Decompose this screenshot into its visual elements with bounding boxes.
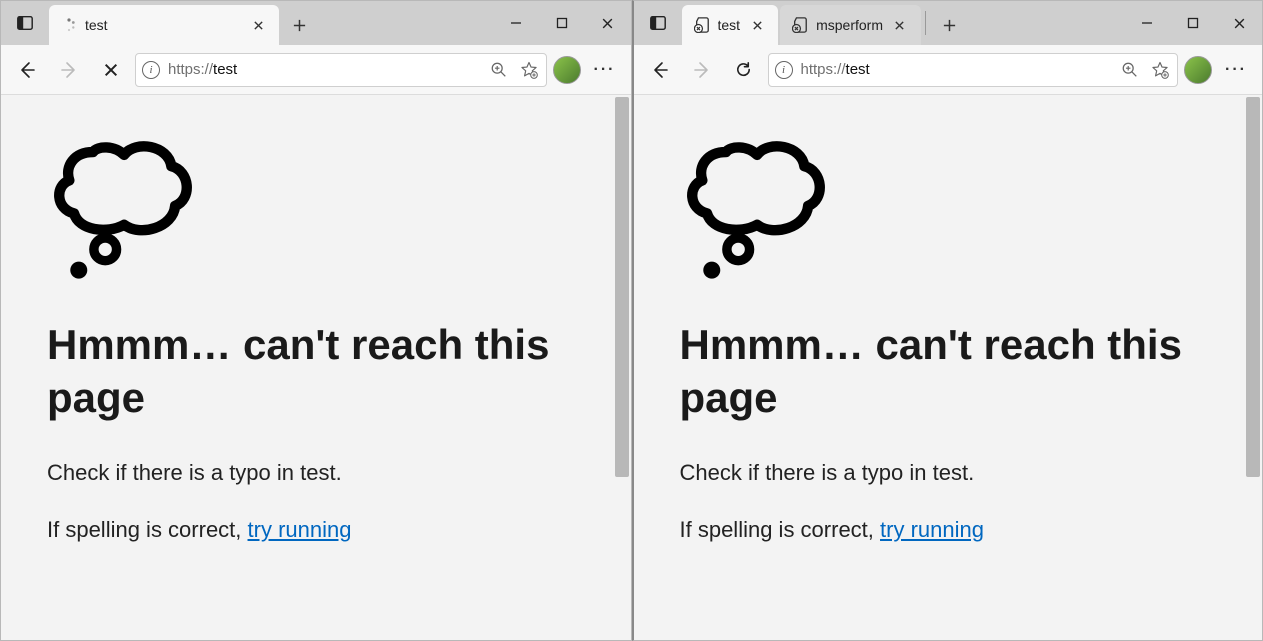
more-menu-button[interactable]: ··· — [587, 61, 623, 79]
toolbar: i https://test ··· — [634, 45, 1263, 95]
titlebar: test — [1, 1, 631, 45]
back-button[interactable] — [9, 52, 45, 88]
refresh-button[interactable] — [726, 52, 762, 88]
site-info-icon[interactable]: i — [142, 61, 160, 79]
toolbar: i https://test ··· — [1, 45, 631, 95]
minimize-button[interactable] — [1124, 1, 1170, 45]
url-text: https://test — [168, 61, 480, 78]
maximize-button[interactable] — [1170, 1, 1216, 45]
tab-test[interactable]: test — [49, 5, 279, 45]
thought-bubble-icon — [41, 119, 585, 289]
tab-test[interactable]: test — [682, 5, 779, 45]
more-menu-button[interactable]: ··· — [1218, 61, 1254, 79]
close-window-button[interactable] — [585, 1, 631, 45]
tab-close-button[interactable] — [891, 16, 909, 34]
tab-title: test — [718, 17, 741, 33]
new-tab-button[interactable] — [932, 5, 968, 45]
tab-title: msperform — [816, 17, 883, 33]
tab-strip: test — [49, 1, 493, 45]
network-diag-link[interactable]: try running — [880, 517, 984, 542]
vertical-scrollbar[interactable] — [1246, 97, 1260, 477]
page-content: Hmmm… can't reach this page Check if the… — [634, 95, 1263, 640]
error-spelling-line: If spelling is correct, try running — [47, 515, 585, 546]
window-controls — [493, 1, 631, 45]
tab-actions-button[interactable] — [634, 1, 682, 45]
error-title: Hmmm… can't reach this page — [680, 319, 1217, 424]
tab-title: test — [85, 17, 241, 33]
error-title: Hmmm… can't reach this page — [47, 319, 585, 424]
error-spell-prefix: If spelling is correct, — [680, 517, 881, 542]
zoom-icon[interactable] — [1119, 59, 1141, 81]
site-info-icon[interactable]: i — [775, 61, 793, 79]
url-text: https://test — [801, 61, 1112, 78]
tab-separator — [925, 11, 926, 35]
error-spell-prefix: If spelling is correct, — [47, 517, 248, 542]
close-window-button[interactable] — [1216, 1, 1262, 45]
network-diag-link[interactable]: try running — [248, 517, 352, 542]
profile-avatar[interactable] — [1184, 56, 1212, 84]
minimize-button[interactable] — [493, 1, 539, 45]
stop-button[interactable] — [93, 52, 129, 88]
forward-button[interactable] — [51, 52, 87, 88]
forward-button[interactable] — [684, 52, 720, 88]
thought-bubble-icon — [674, 119, 1217, 289]
vertical-scrollbar[interactable] — [615, 97, 629, 477]
zoom-icon[interactable] — [488, 59, 510, 81]
page-content: Hmmm… can't reach this page Check if the… — [1, 95, 631, 640]
error-favicon-icon — [694, 17, 710, 33]
error-spelling-line: If spelling is correct, try running — [680, 515, 1217, 546]
maximize-button[interactable] — [539, 1, 585, 45]
address-bar[interactable]: i https://test — [768, 53, 1179, 87]
tab-actions-button[interactable] — [1, 1, 49, 45]
titlebar: test msperform — [634, 1, 1263, 45]
favorites-icon[interactable] — [518, 59, 540, 81]
tab-close-button[interactable] — [748, 16, 766, 34]
tab-strip: test msperform — [682, 1, 1125, 45]
loading-spinner-icon — [61, 17, 77, 33]
profile-avatar[interactable] — [553, 56, 581, 84]
browser-window-1: test i https://test — [0, 0, 632, 641]
favorites-icon[interactable] — [1149, 59, 1171, 81]
error-check-line: Check if there is a typo in test. — [680, 458, 1217, 489]
browser-window-2: test msperform — [632, 0, 1263, 641]
back-button[interactable] — [642, 52, 678, 88]
error-favicon-icon — [792, 17, 808, 33]
error-check-line: Check if there is a typo in test. — [47, 458, 585, 489]
new-tab-button[interactable] — [281, 5, 317, 45]
tab-msperform[interactable]: msperform — [780, 5, 921, 45]
address-bar[interactable]: i https://test — [135, 53, 547, 87]
window-controls — [1124, 1, 1262, 45]
tab-close-button[interactable] — [249, 16, 267, 34]
